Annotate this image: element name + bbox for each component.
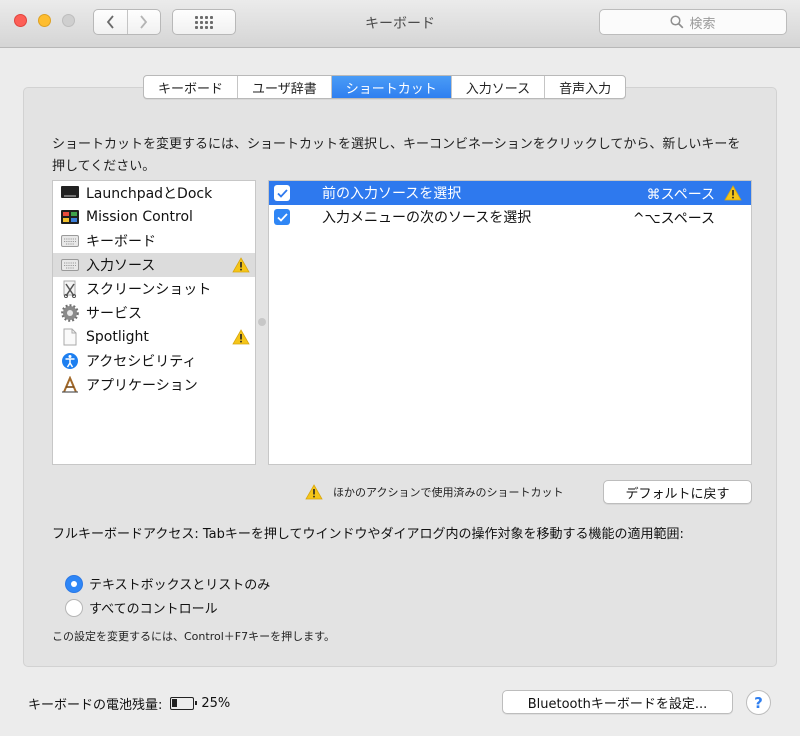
category-screenshots[interactable]: スクリーンショット [53,277,255,301]
category-spotlight[interactable]: Spotlight [53,325,255,349]
shortcut-key[interactable]: ^⌥スペース [633,208,715,228]
shortcut-row-previous-source[interactable]: 前の入力ソースを選択 ⌘スペース [269,181,751,205]
shortcut-checkbox[interactable] [274,209,290,225]
checkmark-icon [276,212,288,222]
control-f7-hint: この設定を変更するには、Control＋F7キーを押します。 [52,630,335,643]
radio-text-boxes-lists[interactable]: テキストボックスとリストのみ [65,574,270,593]
gear-icon [61,304,79,322]
shortcut-checkbox[interactable] [274,185,290,201]
radio-label: テキストボックスとリストのみ [89,578,271,593]
category-list[interactable]: LaunchpadとDock Mission Control キーボード 入力ソ… [52,180,256,465]
shortcut-description: ショートカットを変更するには、ショートカットを選択し、キーコンビネーションをクリ… [52,137,741,174]
category-label: スクリーンショット [86,282,212,298]
setup-bluetooth-keyboard-button[interactable]: Bluetoothキーボードを設定... [502,690,733,714]
category-applications[interactable]: アプリケーション [53,373,255,397]
category-input-sources[interactable]: 入力ソース [53,253,255,277]
category-label: 入力ソース [86,258,156,274]
tab-user-dictionary[interactable]: ユーザ辞書 [237,76,331,98]
category-services[interactable]: サービス [53,301,255,325]
search-placeholder: 検索 [689,16,716,32]
battery-label: キーボードの電池残量: [28,698,163,713]
keyboard-icon [61,232,79,250]
warning-icon [305,484,323,500]
category-label: アクセシビリティ [86,354,197,370]
shortcut-key[interactable]: ⌘スペース [647,184,715,204]
keyboard-preferences-window: キーボード 検索 キーボード ユーザ辞書 ショートカット 入力ソース 音声入力 … [0,0,800,736]
tab-bar: キーボード ユーザ辞書 ショートカット 入力ソース 音声入力 [143,75,627,99]
split-view-handle[interactable] [258,318,266,326]
category-label: Spotlight [86,329,149,345]
document-icon [61,328,79,346]
tab-dictation[interactable]: 音声入力 [544,76,625,98]
launchpad-icon [61,184,79,202]
restore-defaults-button[interactable]: デフォルトに戻す [603,480,752,504]
category-label: LaunchpadとDock [86,186,213,202]
category-label: キーボード [86,234,156,250]
category-keyboard[interactable]: キーボード [53,229,255,253]
battery-percent: 25% [201,696,231,711]
warning-icon [724,185,742,201]
battery-status: キーボードの電池残量: 25% [28,694,230,713]
category-label: Mission Control [86,209,193,225]
radio-button-selected[interactable] [65,574,83,593]
keyboard-icon [61,256,79,274]
shortcut-label: 前の入力ソースを選択 [322,186,462,202]
category-label: サービス [86,306,142,322]
title-bar: キーボード 検索 [0,0,800,48]
tab-input-sources[interactable]: 入力ソース [450,76,544,98]
category-mission-control[interactable]: Mission Control [53,205,255,229]
full-keyboard-access-label: フルキーボードアクセス: Tabキーを押してウインドウやダイアログ内の操作対象を… [52,527,684,542]
warning-icon [232,329,250,345]
tab-keyboard[interactable]: キーボード [144,76,237,98]
screenshot-icon [61,280,79,298]
radio-label: すべてのコントロール [89,602,218,617]
conflict-legend: ほかのアクションで使用済みのショートカット [305,484,563,500]
radio-all-controls[interactable]: すべてのコントロール [65,598,218,617]
category-launchpad-dock[interactable]: LaunchpadとDock [53,181,255,205]
help-button[interactable]: ? [746,690,771,715]
legend-text: ほかのアクションで使用済みのショートカット [333,486,564,499]
tab-shortcuts[interactable]: ショートカット [330,76,451,98]
category-label: アプリケーション [86,378,198,394]
mission-control-icon [61,208,79,226]
accessibility-icon [61,352,79,370]
shortcut-row-next-source[interactable]: 入力メニューの次のソースを選択 ^⌥スペース [269,205,751,229]
shortcut-label: 入力メニューの次のソースを選択 [322,210,532,226]
warning-icon [232,257,250,273]
radio-button[interactable] [65,598,83,617]
app-icon [61,376,79,394]
search-icon [670,15,684,29]
shortcut-list[interactable]: 前の入力ソースを選択 ⌘スペース 入力メニューの次のソースを選択 ^⌥スペース [268,180,752,465]
battery-icon [170,697,198,710]
search-input[interactable]: 検索 [599,9,787,35]
category-accessibility[interactable]: アクセシビリティ [53,349,255,373]
checkmark-icon [276,188,288,198]
